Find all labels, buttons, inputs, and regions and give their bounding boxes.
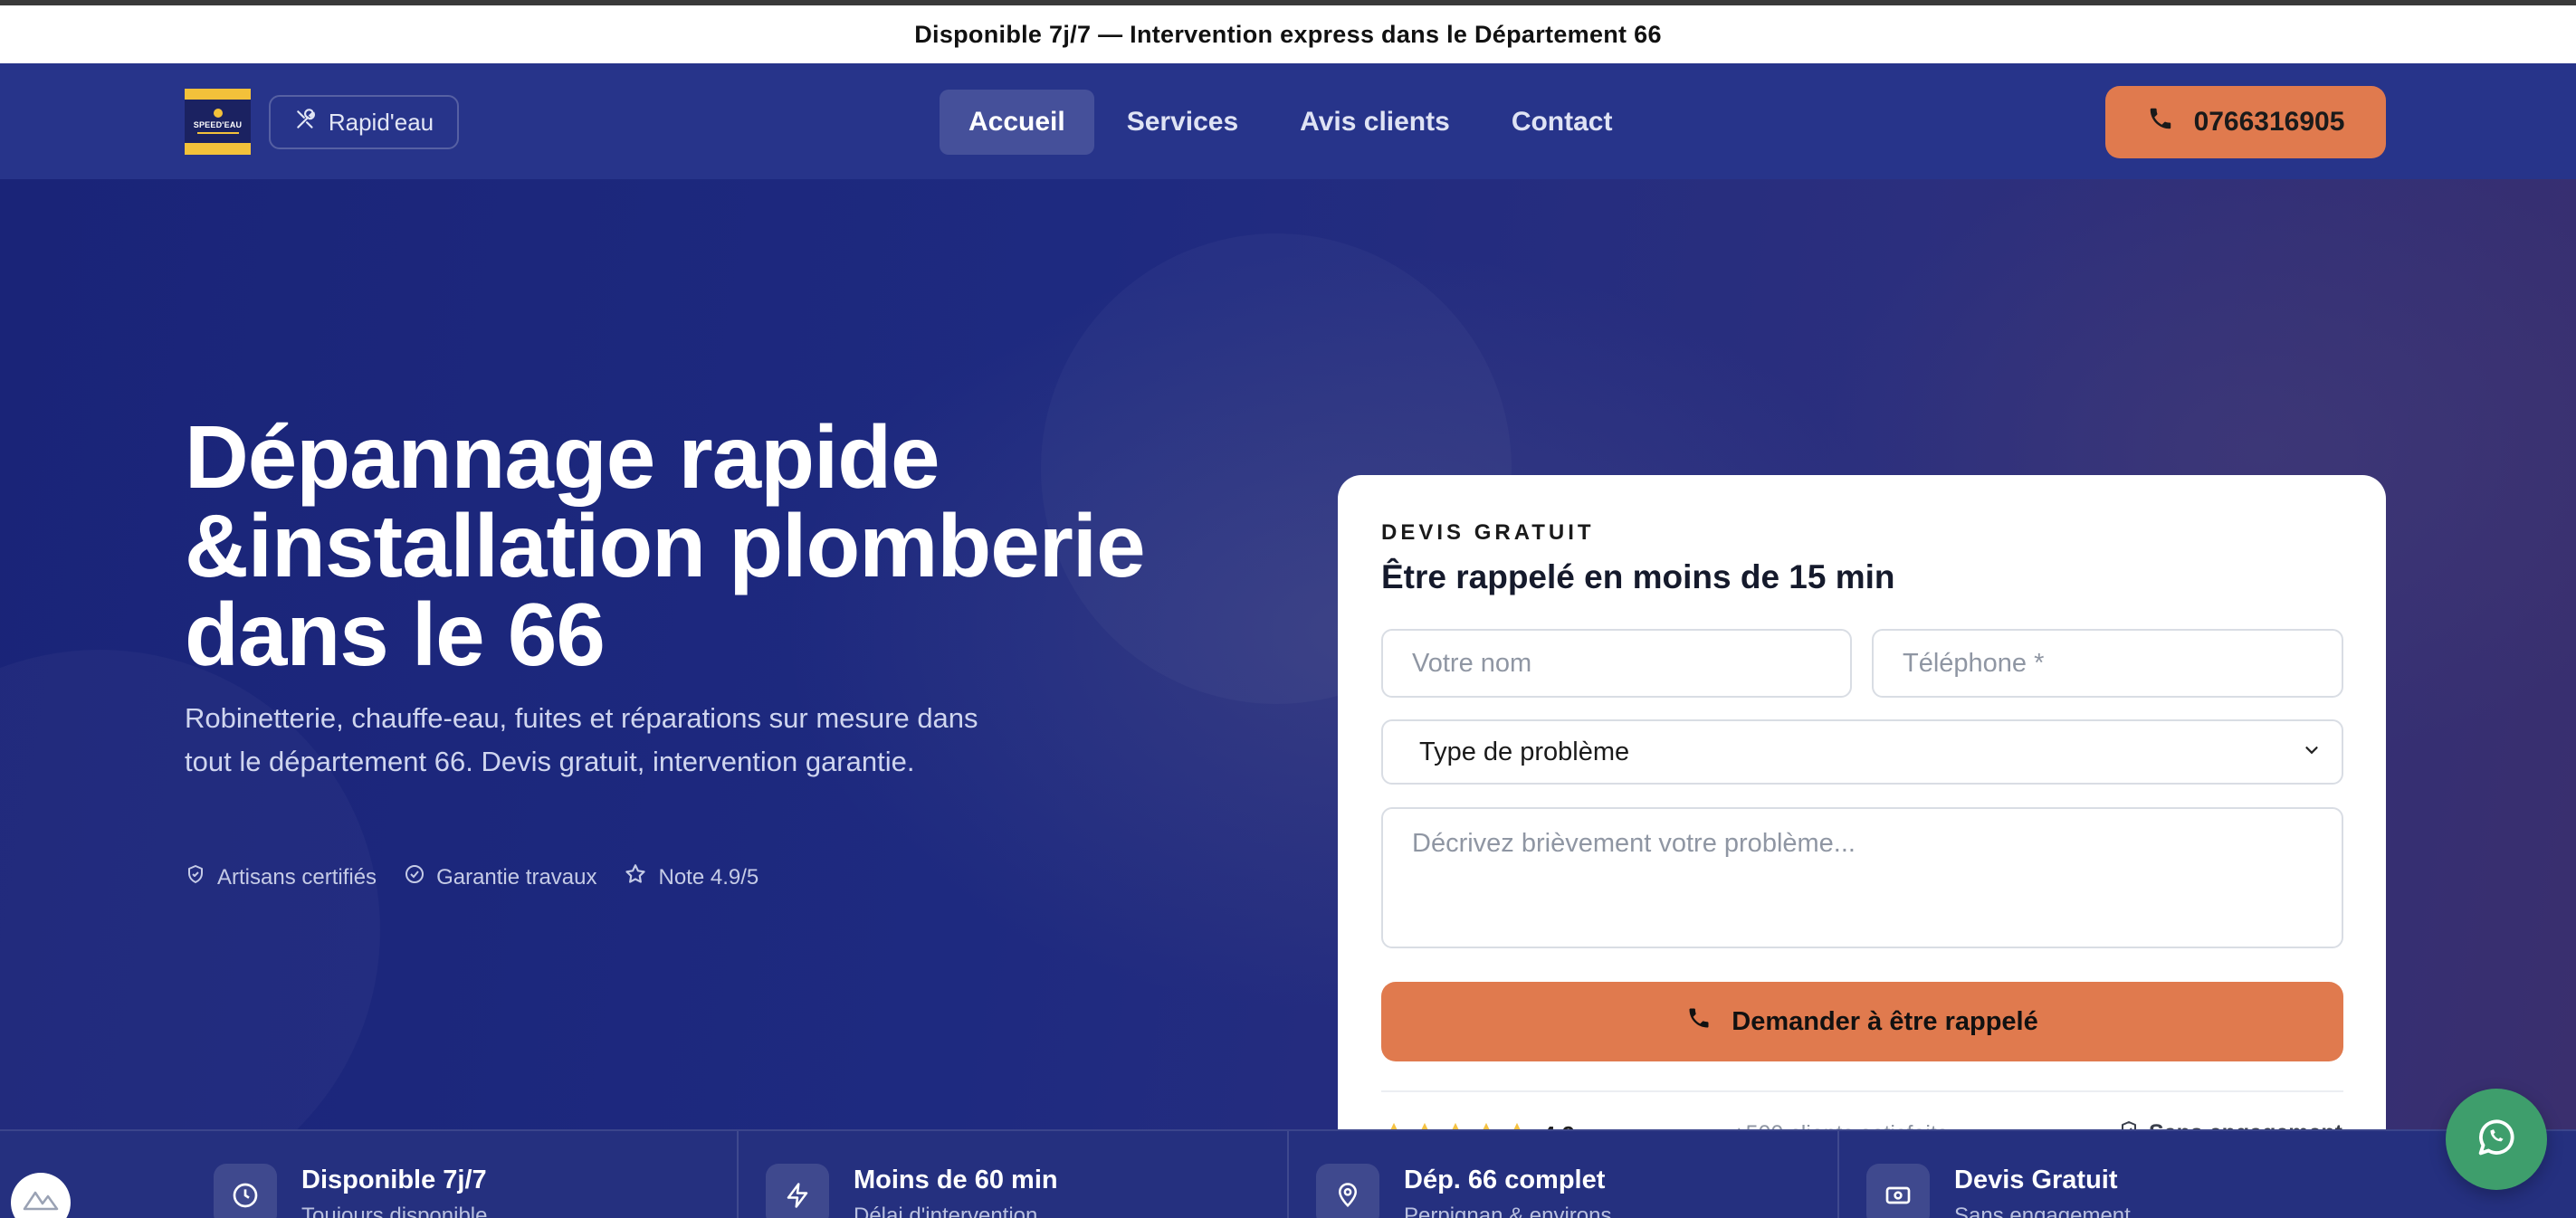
nav-item-services[interactable]: Services: [1098, 90, 1267, 155]
nav-item-avis-clients[interactable]: Avis clients: [1271, 90, 1479, 155]
brand-logo[interactable]: SPEED'EAU: [185, 89, 251, 155]
rating-value: 4.9: [1542, 1121, 1575, 1129]
badge-rating: Note 4.9/5: [624, 862, 758, 892]
main-nav: Accueil Services Avis clients Contact: [940, 90, 1641, 155]
phone-number: 0766316905: [2193, 107, 2345, 137]
whatsapp-icon: [2473, 1114, 2520, 1166]
star-outline-icon: [624, 862, 647, 892]
feature-subtitle: Délai d'intervention: [854, 1204, 1038, 1218]
site-header: SPEED'EAU Rapid'eau Accueil Services Avi…: [0, 63, 2576, 179]
nav-item-contact[interactable]: Contact: [1483, 90, 1642, 155]
hero-subtitle: Robinetterie, chauffe-eau, fuites et rép…: [185, 702, 978, 777]
form-kicker: DEVIS GRATUIT: [1381, 520, 1595, 545]
problem-type-select[interactable]: Type de problème: [1381, 719, 2343, 785]
hero-title: Dépannage rapide &installation plomberie…: [185, 407, 1146, 684]
star-icon: [1504, 1120, 1530, 1129]
announcement-banner: Disponible 7j/7 — Intervention express d…: [0, 5, 2576, 63]
name-placeholder: Votre nom: [1412, 648, 1532, 678]
shield-icon: [185, 863, 206, 891]
feature-title: Disponible 7j/7: [301, 1166, 487, 1194]
chevron-down-icon: [2302, 737, 2322, 767]
star-icon: [1412, 1120, 1437, 1129]
description-placeholder: Décrivez brièvement votre problème...: [1412, 829, 1856, 858]
lightning-icon: [766, 1164, 829, 1218]
phone-field[interactable]: Téléphone *: [1872, 629, 2343, 698]
clock-icon: [214, 1164, 277, 1218]
description-textarea[interactable]: Décrivez brièvement votre problème...: [1381, 807, 2343, 948]
tools-icon: [294, 108, 318, 138]
star-icon: [1381, 1120, 1407, 1129]
phone-placeholder: Téléphone *: [1903, 648, 2045, 678]
request-callback-button[interactable]: Demander à être rappelé: [1381, 982, 2343, 1061]
feature-subtitle: Perpignan & environs: [1404, 1204, 1612, 1218]
clients-count: +500 clients satisfaits: [1732, 1121, 1948, 1129]
mountain-icon: [23, 1187, 59, 1215]
check-circle-icon: [404, 863, 425, 891]
form-title: Être rappelé en moins de 15 min: [1381, 558, 1895, 595]
trust-badges: Artisans certifiés Garantie travaux Note…: [185, 862, 758, 892]
nav-item-accueil[interactable]: Accueil: [940, 90, 1094, 155]
whatsapp-button[interactable]: [2446, 1089, 2547, 1190]
submit-label: Demander à être rappelé: [1732, 1006, 2038, 1036]
brand-button[interactable]: Rapid'eau: [269, 95, 459, 149]
badge-certified: Artisans certifiés: [185, 862, 377, 892]
hero-section: Dépannage rapide &installation plomberie…: [0, 179, 2576, 1129]
feature-title: Dép. 66 complet: [1404, 1166, 1606, 1194]
star-icon: [1443, 1120, 1468, 1129]
form-divider: [1381, 1090, 2343, 1092]
badge-label: Note 4.9/5: [658, 864, 759, 890]
rating-stars: 4.9: [1381, 1120, 1575, 1129]
brand-label: Rapid'eau: [328, 108, 434, 136]
phone-icon: [1686, 1005, 1712, 1038]
map-pin-icon: [1316, 1164, 1379, 1218]
call-phone-button[interactable]: 0766316905: [2105, 86, 2386, 158]
quote-form-card: DEVIS GRATUIT Être rappelé en moins de 1…: [1338, 475, 2386, 1129]
no-commitment: Sans engagement: [2118, 1119, 2342, 1129]
shield-check-icon: [2118, 1119, 2140, 1129]
logo-text: SPEED'EAU: [193, 120, 243, 129]
banknote-icon: [1866, 1164, 1930, 1218]
phone-icon: [2147, 105, 2174, 139]
feature-subtitle: Sans engagement: [1954, 1204, 2131, 1218]
no-commitment-label: Sans engagement: [2149, 1120, 2342, 1129]
problem-select-value: Type de problème: [1419, 737, 1630, 766]
banner-text: Disponible 7j/7 — Intervention express d…: [914, 20, 1662, 48]
feature-subtitle: Toujours disponible: [301, 1204, 488, 1218]
badge-label: Garantie travaux: [436, 864, 597, 890]
star-icon: [1474, 1120, 1499, 1129]
feature-title: Moins de 60 min: [854, 1166, 1058, 1194]
feature-title: Devis Gratuit: [1954, 1166, 2118, 1194]
features-bar: Disponible 7j/7 Toujours disponible Moin…: [0, 1129, 2576, 1218]
badge-label: Artisans certifiés: [217, 864, 377, 890]
name-field[interactable]: Votre nom: [1381, 629, 1852, 698]
badge-warranty: Garantie travaux: [404, 862, 596, 892]
